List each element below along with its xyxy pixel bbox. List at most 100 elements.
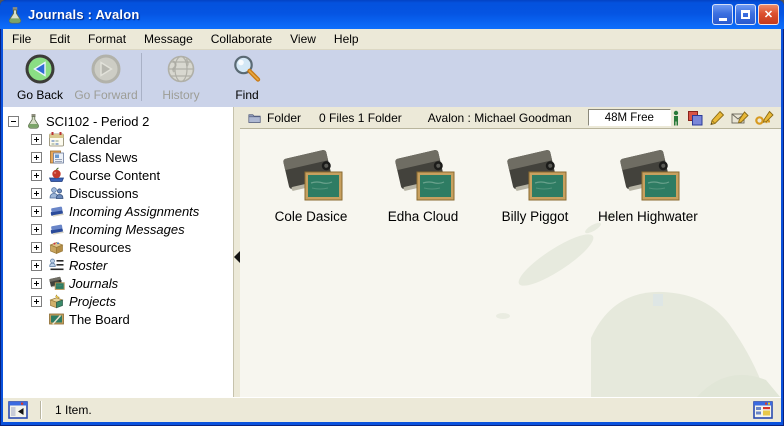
journal-book-icon	[278, 145, 344, 203]
tree-item-label: Class News	[69, 150, 138, 165]
expand-toggle-icon[interactable]	[31, 242, 42, 253]
magnifier-icon	[231, 53, 263, 85]
journal-item-cole-dasice[interactable]: Cole Dasice	[262, 145, 360, 224]
expand-toggle-icon[interactable]	[31, 224, 42, 235]
toggle-left-pane-icon[interactable]	[8, 401, 28, 419]
people-icon	[48, 185, 65, 201]
tree-item-label: Discussions	[69, 186, 138, 201]
tree-item-incoming-assignments[interactable]: Incoming Assignments	[3, 202, 233, 220]
menu-view[interactable]: View	[281, 30, 325, 48]
journal-book-icon	[390, 145, 456, 203]
status-separator	[40, 401, 41, 419]
tree-item-label: SCI102 - Period 2	[46, 114, 149, 129]
maximize-button[interactable]	[735, 4, 756, 25]
key-pencil-icon[interactable]	[755, 110, 775, 126]
minimize-button[interactable]	[712, 4, 733, 25]
mail-compose-icon[interactable]	[731, 110, 749, 126]
journal-book-icon	[502, 145, 568, 203]
tree-item-label: Incoming Assignments	[69, 204, 199, 219]
books-icon	[48, 203, 65, 219]
expand-toggle-icon[interactable]	[31, 206, 42, 217]
folder-icon	[248, 111, 261, 125]
tree-item-course-content[interactable]: Course Content	[3, 166, 233, 184]
back-arrow-icon	[24, 53, 56, 85]
tree-item-course-root[interactable]: SCI102 - Period 2	[3, 112, 233, 130]
expand-toggle-icon[interactable]	[31, 296, 42, 307]
toolbar-separator	[141, 53, 142, 101]
menu-format[interactable]: Format	[79, 30, 135, 48]
tree-item-class-news[interactable]: Class News	[3, 148, 233, 166]
tree-item-the-board[interactable]: The Board	[3, 310, 233, 328]
maximize-icon	[741, 10, 750, 19]
window-body: SCI102 - Period 2 Calendar Class News Co…	[3, 107, 781, 398]
tree-item-resources[interactable]: Resources	[3, 238, 233, 256]
books-icon	[48, 221, 65, 237]
close-button[interactable]: ✕	[758, 4, 779, 25]
tree-item-journals[interactable]: Journals	[3, 274, 233, 292]
journal-icon	[48, 275, 65, 291]
free-space-indicator: 48M Free	[588, 109, 671, 126]
expand-toggle-icon[interactable]	[31, 152, 42, 163]
journal-item-billy-piggot[interactable]: Billy Piggot	[486, 145, 584, 224]
tree-item-label: Roster	[69, 258, 107, 273]
minimize-icon	[719, 18, 727, 21]
go-forward-button[interactable]: Go Forward	[73, 50, 139, 104]
tree-item-projects[interactable]: Projects	[3, 292, 233, 310]
journal-book-icon	[615, 145, 681, 203]
layers-icon[interactable]	[687, 110, 703, 126]
tree-item-discussions[interactable]: Discussions	[3, 184, 233, 202]
box-icon	[48, 239, 65, 255]
go-back-label: Go Back	[17, 88, 63, 102]
find-label: Find	[235, 88, 258, 102]
find-button[interactable]: Find	[214, 50, 280, 104]
tree-item-label: Incoming Messages	[69, 222, 185, 237]
tree-item-label: Course Content	[69, 168, 160, 183]
folder-type-label: Folder	[267, 111, 301, 125]
tree-item-incoming-messages[interactable]: Incoming Messages	[3, 220, 233, 238]
map-watermark	[441, 198, 781, 398]
journal-item-helen-highwater[interactable]: Helen Highwater	[598, 145, 698, 224]
projects-icon	[48, 293, 65, 309]
pencil-icon[interactable]	[709, 110, 725, 126]
tree-item-roster[interactable]: Roster	[3, 256, 233, 274]
window-title: Journals : Avalon	[28, 7, 140, 22]
app-window: Journals : Avalon ✕ File Edit Format Mes…	[0, 0, 784, 426]
person-icon[interactable]	[671, 110, 681, 126]
go-back-button[interactable]: Go Back	[7, 50, 73, 104]
layout-view-icon[interactable]	[753, 401, 773, 419]
expand-toggle-icon[interactable]	[31, 278, 42, 289]
folder-content-pane: Folder 0 Files 1 Folder Avalon : Michael…	[240, 107, 781, 398]
expand-toggle-icon[interactable]	[31, 170, 42, 181]
menu-collaborate[interactable]: Collaborate	[202, 30, 281, 48]
menu-help[interactable]: Help	[325, 30, 368, 48]
journal-label: Cole Dasice	[275, 209, 348, 224]
history-button[interactable]: History	[148, 50, 214, 104]
menu-file[interactable]: File	[3, 30, 40, 48]
expand-toggle-icon[interactable]	[31, 134, 42, 145]
go-forward-label: Go Forward	[74, 88, 137, 102]
tree-item-label: Calendar	[69, 132, 122, 147]
journal-item-edha-cloud[interactable]: Edha Cloud	[374, 145, 472, 224]
tree-item-label: Journals	[69, 276, 118, 291]
news-icon	[48, 149, 65, 165]
expand-toggle-icon[interactable]	[31, 188, 42, 199]
tree-item-calendar[interactable]: Calendar	[3, 130, 233, 148]
collapse-toggle-icon[interactable]	[8, 116, 19, 127]
app-flask-icon	[6, 6, 24, 24]
menu-edit[interactable]: Edit	[40, 30, 79, 48]
folder-info-bar: Folder 0 Files 1 Folder Avalon : Michael…	[240, 107, 781, 129]
chalkboard-icon	[48, 311, 65, 327]
title-bar[interactable]: Journals : Avalon ✕	[0, 0, 784, 29]
history-label: History	[162, 88, 199, 102]
apple-books-icon	[48, 167, 65, 183]
tree-item-label: Resources	[69, 240, 131, 255]
toolbar: Go Back Go Forward History Find	[3, 50, 781, 107]
roster-icon	[48, 257, 65, 273]
forward-arrow-icon	[90, 53, 122, 85]
expand-toggle-icon[interactable]	[31, 260, 42, 271]
tree-item-label: Projects	[69, 294, 116, 309]
status-bar: 1 Item.	[3, 397, 781, 422]
menu-message[interactable]: Message	[135, 30, 202, 48]
tree-item-label: The Board	[69, 312, 130, 327]
journal-label: Billy Piggot	[502, 209, 569, 224]
